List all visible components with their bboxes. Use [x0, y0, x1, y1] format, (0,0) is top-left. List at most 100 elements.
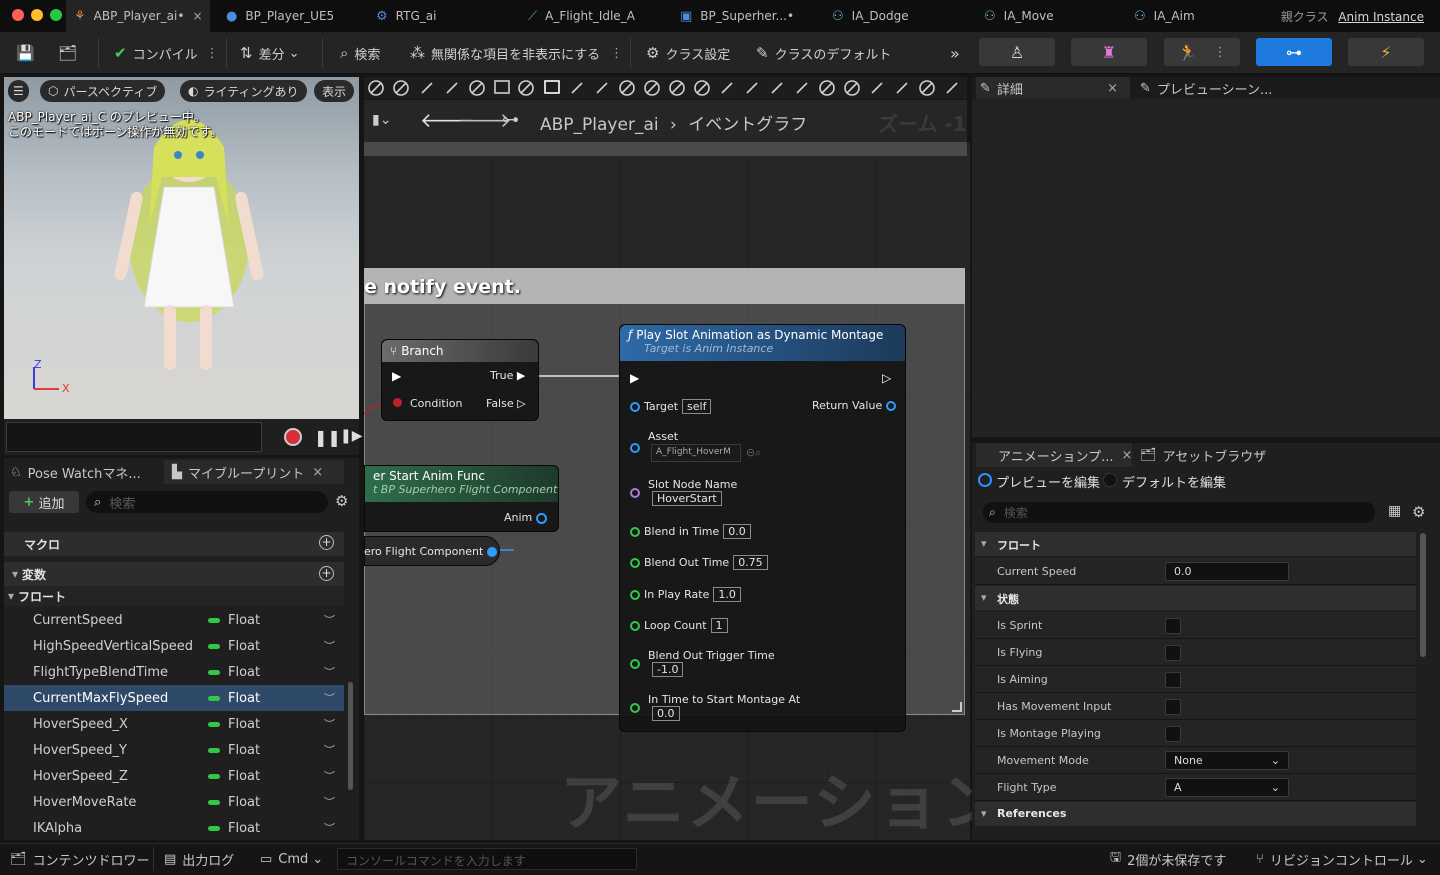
variable-row[interactable]: HighSpeedVerticalSpeed Float ︶ — [4, 633, 344, 659]
search-button[interactable]: ⌕ 検索 — [340, 32, 380, 74]
show-button[interactable]: 表示 — [314, 80, 355, 102]
asset-pin[interactable] — [630, 442, 640, 456]
flight-component-pin[interactable]: ero Flight Component — [364, 545, 497, 558]
variable-row[interactable]: HoverSpeed_Z Float ︶ — [4, 763, 344, 789]
slot-value[interactable]: HoverStart — [652, 491, 722, 506]
exec-out-pin[interactable]: ▷ — [882, 371, 891, 385]
false-pin[interactable]: False ▷ — [486, 397, 526, 410]
play-rate-value[interactable]: 1.0 — [713, 587, 741, 602]
breadcrumb-leaf[interactable]: イベントグラフ — [688, 115, 807, 135]
target-pin[interactable]: Target self — [630, 399, 712, 414]
visibility-icon[interactable]: ︶ — [324, 638, 335, 654]
record-button[interactable] — [284, 428, 302, 446]
float-section[interactable]: ▾ フロート — [975, 532, 1416, 556]
tab-ia-aim[interactable]: ⚇ IA_Aim — [1134, 0, 1195, 32]
more-icon[interactable]: ⋮ — [1213, 45, 1226, 60]
true-pin[interactable]: True ▶ — [490, 369, 525, 382]
float-category[interactable]: ▾ フロート — [4, 586, 344, 606]
start-at-pin[interactable] — [630, 702, 640, 716]
trigger-pin[interactable] — [630, 658, 640, 672]
play-rate-pin[interactable]: In Play Rate 1.0 — [630, 587, 741, 602]
minimize-window-button[interactable] — [31, 9, 43, 21]
breadcrumb[interactable]: ABP_Player_ai › イベントグラフ — [540, 110, 807, 135]
is-montage-playing-checkbox[interactable] — [1165, 726, 1181, 742]
has-movement-input-checkbox[interactable] — [1165, 699, 1181, 715]
pause-button[interactable]: ❚❚ — [314, 428, 341, 447]
breadcrumb-root[interactable]: ABP_Player_ai — [540, 115, 659, 135]
add-macro-button[interactable]: + — [319, 535, 334, 550]
class-settings-button[interactable]: ⚙ クラス設定 — [646, 32, 730, 74]
settings-button[interactable]: ⚙ — [335, 492, 348, 510]
mode-blueprint-button[interactable]: ⊶ — [1256, 38, 1332, 66]
tab-a-flight-idle-a[interactable]: ⟋ A_Flight_Idle_A — [528, 0, 635, 32]
revision-control-button[interactable]: ⑂ リビジョンコントロール ⌄ — [1256, 843, 1428, 875]
tab-ia-dodge[interactable]: ⚇ IA_Dodge — [832, 0, 909, 32]
cmd-button[interactable]: ▭ Cmd ⌄ — [260, 843, 323, 875]
macro-section[interactable]: マクロ — [4, 532, 344, 556]
overflow-button[interactable]: » — [950, 32, 960, 74]
unsaved-button[interactable]: 🖫 2個が未保存です — [1110, 843, 1226, 875]
browse-button[interactable]: 🗂 — [58, 32, 83, 74]
bookmark-button[interactable]: ▮⌄ — [372, 112, 391, 128]
tab-rtg-ai[interactable]: ⚙ RTG_ai — [376, 0, 436, 32]
left-scrollbar[interactable] — [348, 682, 353, 790]
preview-search[interactable]: ⌕ 検索 — [983, 502, 1375, 523]
blend-out-value[interactable]: 0.75 — [733, 555, 768, 570]
variable-row[interactable]: FlightTypeBlendTime Float ︶ — [4, 659, 344, 685]
compile-button[interactable]: ✔ コンパイル ⋮ — [114, 32, 219, 74]
edit-defaults-radio[interactable] — [1103, 473, 1117, 487]
asset-picker[interactable]: A_Flight_HoverM — [651, 444, 741, 462]
blend-in-value[interactable]: 0.0 — [723, 524, 751, 539]
movement-mode-select[interactable]: None ⌄ — [1165, 751, 1289, 770]
content-drawer-button[interactable]: 🗂 コンテンツドロワー — [10, 843, 150, 875]
visibility-icon[interactable]: ︶ — [324, 690, 335, 706]
condition-pin[interactable] — [393, 398, 402, 407]
flight-type-select[interactable]: A ⌄ — [1165, 778, 1289, 797]
anim-pin[interactable]: Anim — [504, 511, 547, 524]
step-forward-button[interactable]: ❚▶ — [340, 428, 363, 444]
is-flying-checkbox[interactable] — [1165, 645, 1181, 661]
variable-row[interactable]: HoverMoveRate Float ︶ — [4, 789, 344, 815]
slot-pin[interactable] — [630, 487, 640, 501]
variables-section[interactable]: ▾ 変数 — [4, 562, 344, 586]
visibility-icon[interactable]: ︶ — [324, 768, 335, 784]
current-speed-input[interactable]: 0.0 — [1165, 562, 1289, 581]
variable-row[interactable]: CurrentSpeed Float ︶ — [4, 607, 344, 633]
tab-ia-move[interactable]: ⚇ IA_Move — [984, 0, 1054, 32]
diff-button[interactable]: ⇅ 差分 ⌄ — [240, 32, 300, 74]
references-section[interactable]: ▾ References — [975, 802, 1416, 826]
blend-out-pin[interactable]: Blend Out Time 0.75 — [630, 555, 768, 570]
loop-count-value[interactable]: 1 — [710, 618, 728, 633]
timeline-field[interactable] — [6, 422, 262, 452]
exec-in-pin[interactable]: ▶ — [392, 369, 401, 383]
viewport-menu-button[interactable]: ☰ — [8, 80, 29, 102]
tab-preview-scene[interactable]: ✎ プレビューシーン... — [1140, 77, 1272, 99]
maximize-window-button[interactable] — [50, 9, 62, 21]
tab-my-blueprint[interactable]: ▙ マイブループリント × — [164, 460, 344, 484]
hide-unrelated-button[interactable]: ⁂ 無関係な項目を非表示にする ⋮ — [410, 32, 623, 74]
visibility-icon[interactable]: ︶ — [324, 664, 335, 680]
close-icon[interactable]: × — [312, 465, 323, 480]
mode-skeleton-button[interactable]: ♙ — [979, 38, 1055, 66]
tab-details[interactable]: ✎ 詳細 × — [976, 77, 1130, 99]
tab-anim-preview[interactable]: アニメーションプ... × — [976, 443, 1132, 467]
variable-row[interactable]: HoverSpeed_Y Float ︶ — [4, 737, 344, 763]
add-variable-button[interactable]: + — [319, 566, 334, 581]
start-at-value[interactable]: 0.0 — [652, 706, 680, 721]
preview-scrollbar[interactable] — [1420, 533, 1426, 657]
visibility-icon[interactable]: ︶ — [324, 820, 335, 836]
save-button[interactable]: 💾 — [16, 32, 41, 74]
edit-preview-radio[interactable] — [978, 473, 992, 487]
output-log-button[interactable]: ▤ 出力ログ — [164, 843, 234, 875]
tab-asset-browser[interactable]: 🗂 アセットブラウザ — [1140, 443, 1266, 467]
mode-physics-button[interactable]: ⚡ — [1348, 38, 1424, 66]
state-section[interactable]: ▾ 状態 — [975, 586, 1416, 610]
tab-bp-player-ue5[interactable]: ● BP_Player_UE5 — [226, 0, 334, 32]
is-sprint-checkbox[interactable] — [1165, 618, 1181, 634]
tab-bp-superhero[interactable]: ▣ BP_Superher...• — [680, 0, 794, 32]
return-value-pin[interactable]: Return Value — [812, 399, 896, 412]
close-icon[interactable]: × — [1107, 81, 1118, 96]
more-icon[interactable]: ⋮ — [610, 46, 623, 61]
console-input[interactable]: コンソールコマンドを入力します — [337, 848, 637, 870]
more-icon[interactable]: ⋮ — [206, 46, 219, 61]
